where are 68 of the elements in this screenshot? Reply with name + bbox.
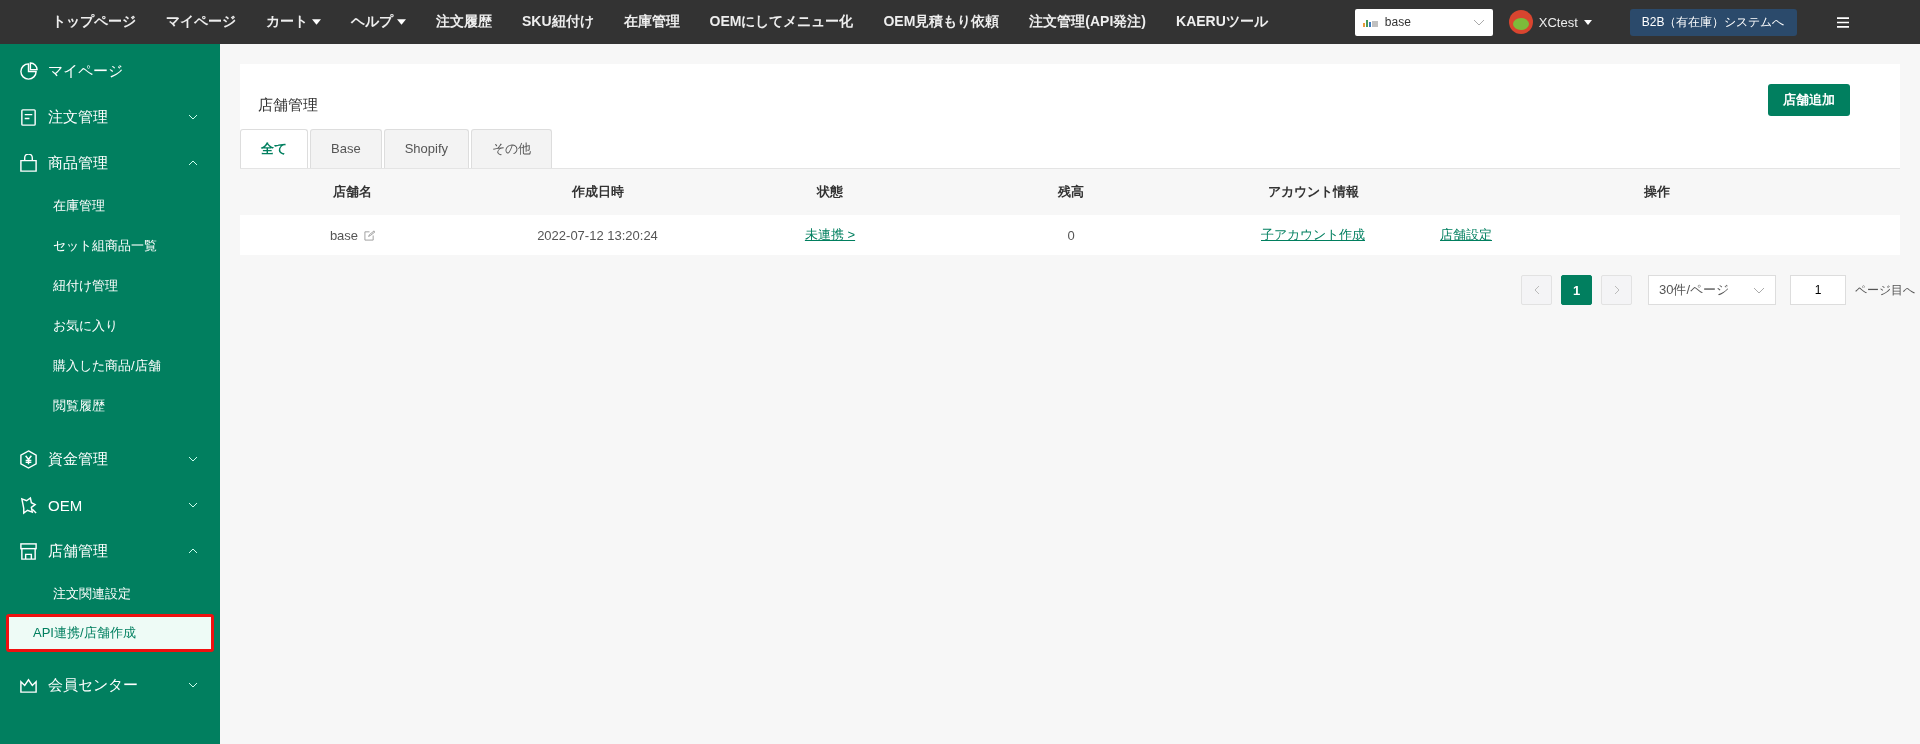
chevron-left-icon xyxy=(1533,285,1540,295)
column-header: 状態 xyxy=(817,183,843,201)
user-name[interactable]: XCtest xyxy=(1538,14,1578,30)
chevron-right-icon xyxy=(1613,285,1620,295)
store-select[interactable]: base xyxy=(1354,8,1493,36)
sidebar-subitem[interactable]: 紐付け管理 xyxy=(6,266,214,306)
page-button[interactable]: 1 xyxy=(1561,275,1592,305)
nav-link[interactable]: ヘルプ xyxy=(351,13,406,31)
pie-chart-icon xyxy=(19,61,38,81)
sidebar-item[interactable]: 会員センター xyxy=(0,662,220,708)
page-title: 店舗管理 xyxy=(258,95,318,115)
sidebar-item[interactable]: 注文管理 xyxy=(0,94,220,140)
table-cell: 0 xyxy=(1067,227,1075,243)
nav-link[interactable]: 注文管理(API発注) xyxy=(1029,13,1146,31)
sidebar-item[interactable]: 商品管理 xyxy=(0,140,220,186)
column-header: 残高 xyxy=(1058,183,1084,201)
table-cell: 2022-07-12 13:20:24 xyxy=(537,227,658,243)
nav-link[interactable]: マイページ xyxy=(166,13,236,31)
sidebar-subitem[interactable]: 在庫管理 xyxy=(6,186,214,226)
sidebar-item[interactable]: マイページ xyxy=(0,48,220,94)
sidebar-subitem[interactable]: セット組商品一覧 xyxy=(6,226,214,266)
chevron-down-icon xyxy=(1472,18,1485,26)
chevron-down-icon xyxy=(1753,286,1765,294)
page-input[interactable]: 1 xyxy=(1790,275,1846,305)
avatar-icon xyxy=(1508,10,1533,34)
sidebar-subitem[interactable]: 注文関連設定 xyxy=(6,574,214,614)
badge-icon xyxy=(19,495,38,515)
sidebar-subitem[interactable]: 購入した商品/店舗 xyxy=(6,346,214,386)
page-size-select[interactable]: 30件/ページ xyxy=(1648,275,1776,305)
bag-icon xyxy=(19,153,38,173)
sidebar-item[interactable]: OEM xyxy=(0,482,220,528)
sidebar-item[interactable]: 資金管理 xyxy=(0,436,220,482)
nav-link[interactable]: カート xyxy=(266,13,321,31)
logo-icon xyxy=(1362,17,1379,27)
tab[interactable]: 全て xyxy=(240,129,308,168)
table-cell: base xyxy=(329,227,359,243)
yen-icon xyxy=(19,449,38,469)
tab[interactable]: その他 xyxy=(471,129,552,168)
create-subaccount-link[interactable]: 子アカウント作成 xyxy=(1261,226,1365,244)
edit-icon[interactable] xyxy=(364,229,376,241)
sidebar-subitem[interactable]: お気に入り xyxy=(6,306,214,346)
sidebar-subitem[interactable]: 閲覧履歴 xyxy=(6,386,214,426)
nav-link[interactable]: OEMにしてメニュー化 xyxy=(709,13,854,31)
shop-icon xyxy=(19,541,38,561)
nav-link[interactable]: OEM見積もり依頼 xyxy=(883,13,1000,31)
status-link[interactable]: 未連携 > xyxy=(804,226,856,244)
nav-link[interactable]: SKU紐付け xyxy=(522,13,594,31)
store-settings-link[interactable]: 店舗設定 xyxy=(1440,226,1492,244)
column-header: 操作 xyxy=(1644,183,1670,201)
sidebar-subitem[interactable]: API連携/店舗作成 xyxy=(6,614,214,652)
column-header: アカウント情報 xyxy=(1267,183,1359,201)
tab[interactable]: Base xyxy=(310,129,382,168)
document-icon xyxy=(19,107,38,127)
goto-label: ページ目へ xyxy=(1855,281,1915,299)
nav-link[interactable]: 在庫管理 xyxy=(623,13,680,31)
nav-link[interactable]: KAERUツール xyxy=(1176,13,1268,31)
next-page-button[interactable] xyxy=(1601,275,1632,305)
nav-link[interactable]: 注文履歴 xyxy=(436,13,492,31)
menu-icon[interactable] xyxy=(1836,16,1849,28)
column-header: 作成日時 xyxy=(571,183,624,201)
nav-link[interactable]: トップページ xyxy=(52,13,136,31)
tab[interactable]: Shopify xyxy=(383,129,469,168)
sidebar-item[interactable]: 店舗管理 xyxy=(0,528,220,574)
add-store-button[interactable]: 店舗追加 xyxy=(1768,84,1850,116)
system-button[interactable]: B2B（有在庫）システムへ xyxy=(1629,8,1797,36)
previous-page-button[interactable] xyxy=(1521,275,1552,305)
caret-icon xyxy=(1583,19,1592,25)
column-header: 店舗名 xyxy=(333,183,372,201)
